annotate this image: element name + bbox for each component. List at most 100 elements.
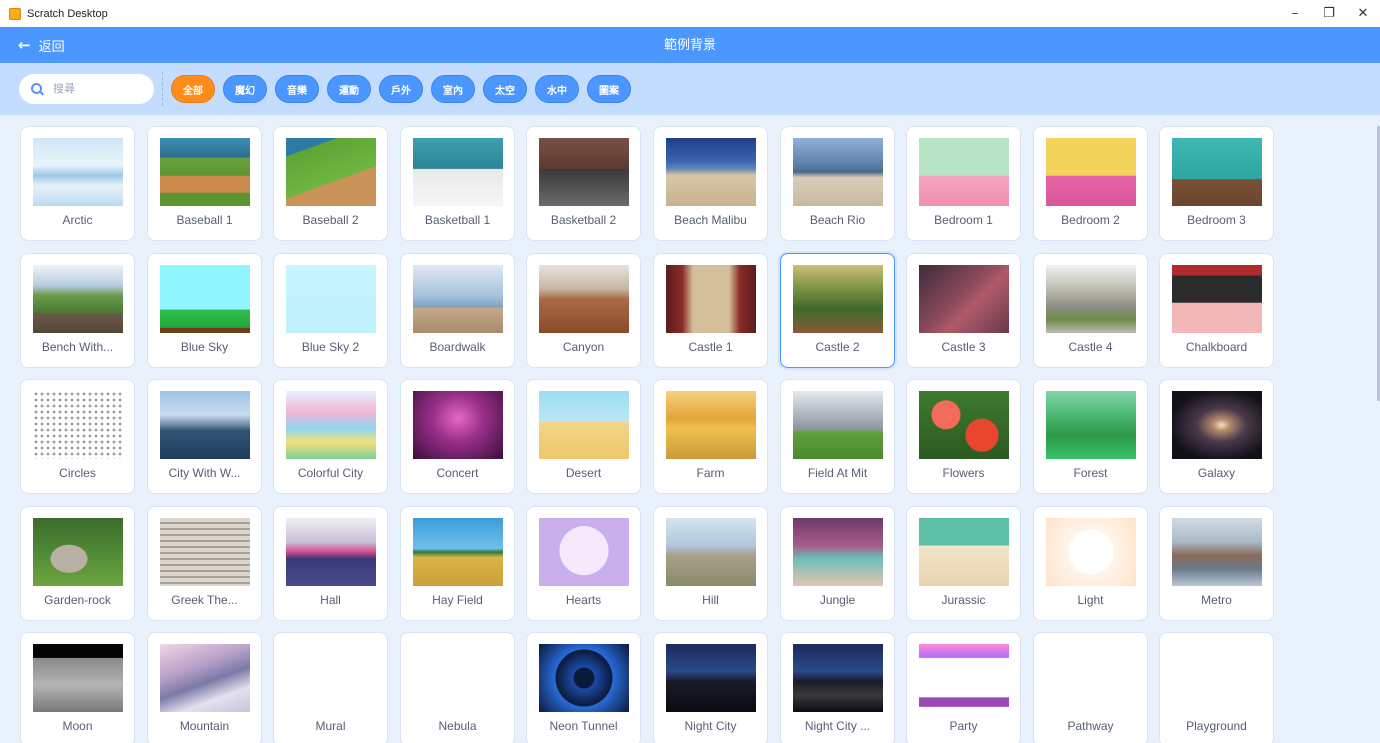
backdrop-label: Party	[949, 719, 978, 733]
backdrop-tile[interactable]: Baseball 2	[273, 126, 388, 241]
backdrop-tile[interactable]: Blue Sky 2	[273, 253, 388, 368]
window-titlebar: Scratch Desktop – ❐ ✕	[0, 0, 1380, 27]
backdrop-thumbnail	[1046, 644, 1136, 712]
backdrop-tile[interactable]: Metro	[1159, 506, 1274, 621]
backdrop-tile[interactable]: Forest	[1033, 379, 1148, 494]
backdrop-tile[interactable]: Bedroom 2	[1033, 126, 1148, 241]
tag-filter-2[interactable]: 音樂	[275, 75, 319, 103]
backdrop-tile[interactable]: Hay Field	[400, 506, 515, 621]
backdrop-tile[interactable]: Canyon	[526, 253, 641, 368]
backdrop-tile[interactable]: Jurassic	[906, 506, 1021, 621]
backdrop-tile[interactable]: Basketball 1	[400, 126, 515, 241]
window-title: Scratch Desktop	[27, 7, 108, 20]
backdrop-tile[interactable]: Garden-rock	[20, 506, 135, 621]
backdrop-thumbnail	[413, 644, 503, 712]
backdrop-tile[interactable]: Flowers	[906, 379, 1021, 494]
backdrop-tile[interactable]: Beach Malibu	[653, 126, 768, 241]
restore-button[interactable]: ❐	[1312, 0, 1346, 27]
tag-filter-7[interactable]: 水中	[535, 75, 579, 103]
backdrop-tile[interactable]: Baseball 1	[147, 126, 262, 241]
backdrop-tile[interactable]: Blue Sky	[147, 253, 262, 368]
backdrop-label: Castle 4	[1068, 340, 1113, 354]
backdrop-tile[interactable]: Pathway	[1033, 632, 1148, 743]
backdrop-label: Chalkboard	[1185, 340, 1248, 354]
backdrop-thumbnail	[160, 518, 250, 586]
backdrop-thumbnail	[539, 391, 629, 459]
backdrop-tile[interactable]: Neon Tunnel	[526, 632, 641, 743]
backdrop-thumbnail	[919, 391, 1009, 459]
backdrop-tile[interactable]: Night City ...	[780, 632, 895, 743]
close-button[interactable]: ✕	[1346, 0, 1380, 27]
scratch-app-icon	[9, 7, 21, 20]
backdrop-tile[interactable]: Greek The...	[147, 506, 262, 621]
backdrop-tile[interactable]: Boardwalk	[400, 253, 515, 368]
backdrop-tile[interactable]: Chalkboard	[1159, 253, 1274, 368]
backdrop-tile[interactable]: Nebula	[400, 632, 515, 743]
backdrop-thumbnail	[666, 391, 756, 459]
backdrop-tile[interactable]: Party	[906, 632, 1021, 743]
backdrop-tile[interactable]: Castle 3	[906, 253, 1021, 368]
backdrop-tile[interactable]: Galaxy	[1159, 379, 1274, 494]
backdrop-thumbnail	[33, 138, 123, 206]
backdrop-tile[interactable]: Moon	[20, 632, 135, 743]
backdrop-tile[interactable]: Hill	[653, 506, 768, 621]
backdrop-thumbnail	[666, 518, 756, 586]
backdrop-thumbnail	[413, 518, 503, 586]
backdrop-tile[interactable]: Farm	[653, 379, 768, 494]
backdrop-label: Circles	[59, 466, 96, 480]
backdrop-label: Beach Rio	[809, 213, 866, 227]
filter-divider	[162, 72, 163, 106]
tag-filter-1[interactable]: 魔幻	[223, 75, 267, 103]
backdrop-label: Playground	[1186, 719, 1247, 733]
tag-filter-4[interactable]: 戶外	[379, 75, 423, 103]
backdrop-tile[interactable]: Castle 1	[653, 253, 768, 368]
backdrop-tile[interactable]: Castle 4	[1033, 253, 1148, 368]
backdrop-tile[interactable]: Light	[1033, 506, 1148, 621]
backdrop-tile[interactable]: Mountain	[147, 632, 262, 743]
backdrop-tile[interactable]: Bench With...	[20, 253, 135, 368]
backdrop-thumbnail	[1172, 518, 1262, 586]
backdrop-label: Hall	[320, 593, 341, 607]
backdrop-tile[interactable]: Night City	[653, 632, 768, 743]
backdrop-tile[interactable]: Hall	[273, 506, 388, 621]
backdrop-tile[interactable]: Field At Mit	[780, 379, 895, 494]
backdrop-tile[interactable]: Bedroom 3	[1159, 126, 1274, 241]
tag-filter-8[interactable]: 圖案	[587, 75, 631, 103]
backdrop-tile[interactable]: Playground	[1159, 632, 1274, 743]
backdrop-thumbnail	[286, 138, 376, 206]
backdrop-label: Night City ...	[804, 719, 871, 733]
backdrop-thumbnail	[1046, 391, 1136, 459]
backdrop-thumbnail	[286, 518, 376, 586]
backdrop-thumbnail	[539, 265, 629, 333]
backdrop-thumbnail	[1172, 644, 1262, 712]
backdrop-tile[interactable]: City With W...	[147, 379, 262, 494]
backdrop-thumbnail	[539, 644, 629, 712]
tag-filter-3[interactable]: 運動	[327, 75, 371, 103]
backdrop-tile[interactable]: Mural	[273, 632, 388, 743]
backdrop-thumbnail	[160, 391, 250, 459]
backdrop-tile[interactable]: Basketball 2	[526, 126, 641, 241]
backdrop-label: Canyon	[562, 340, 605, 354]
backdrop-tile[interactable]: Concert	[400, 379, 515, 494]
backdrop-label: Basketball 1	[424, 213, 491, 227]
backdrop-tile[interactable]: Colorful City	[273, 379, 388, 494]
search-input[interactable]	[53, 83, 143, 95]
minimize-button[interactable]: –	[1278, 0, 1312, 27]
backdrop-label: Galaxy	[1197, 466, 1236, 480]
backdrop-thumbnail	[539, 518, 629, 586]
backdrop-thumbnail	[1172, 391, 1262, 459]
backdrop-tile[interactable]: Circles	[20, 379, 135, 494]
tag-filter-0[interactable]: 全部	[171, 75, 215, 103]
tag-filter-5[interactable]: 室內	[431, 75, 475, 103]
backdrop-tile[interactable]: Arctic	[20, 126, 135, 241]
backdrop-tile[interactable]: Castle 2	[780, 253, 895, 368]
backdrop-label: Night City	[684, 719, 737, 733]
backdrop-tile[interactable]: Beach Rio	[780, 126, 895, 241]
backdrop-tile[interactable]: Desert	[526, 379, 641, 494]
backdrop-tile[interactable]: Jungle	[780, 506, 895, 621]
backdrop-tile[interactable]: Bedroom 1	[906, 126, 1021, 241]
search-box[interactable]	[19, 74, 154, 104]
backdrop-label: Blue Sky	[180, 340, 229, 354]
backdrop-tile[interactable]: Hearts	[526, 506, 641, 621]
tag-filter-6[interactable]: 太空	[483, 75, 527, 103]
